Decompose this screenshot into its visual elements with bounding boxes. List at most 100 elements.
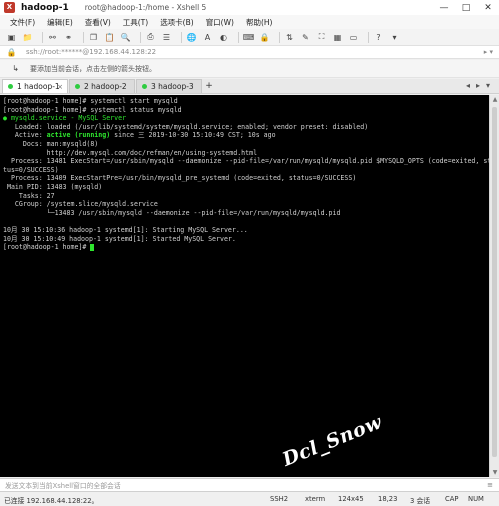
num-lock-status: NUM <box>468 495 484 503</box>
compose-bar[interactable]: 发送文本到当前Xshell窗口的全部会话 ≡ <box>0 478 499 491</box>
connected-status-icon <box>142 84 147 89</box>
toolbar-divider <box>279 31 280 43</box>
title-bar: X hadoop-1 root@hadoop-1:/home - Xshell … <box>0 0 499 15</box>
terminal-prompt-line: [root@hadoop-1 home]# <box>3 243 486 252</box>
maximize-button[interactable]: □ <box>455 0 477 15</box>
active-running-state: active (running) <box>46 131 111 140</box>
terminal-line: Tasks: 27 <box>3 191 55 200</box>
watermark-signature: Dcl_Snow <box>279 411 386 471</box>
tab-label: 2 hadoop-2 <box>84 82 127 91</box>
status-bar: 已连接 192.168.44.128:22。 SSH2 xterm 124x45… <box>0 491 499 506</box>
globe-icon[interactable]: 🌐 <box>186 32 197 43</box>
disconnect-icon[interactable]: ⚭ <box>63 32 74 43</box>
terminal-scrollbar[interactable]: ▲ ▼ <box>489 95 499 477</box>
compose-menu-icon[interactable]: ≡ <box>487 481 493 489</box>
menu-help[interactable]: 帮助(H) <box>246 17 273 28</box>
menu-tools[interactable]: 工具(T) <box>123 17 148 28</box>
add-tab-button[interactable]: + <box>203 79 215 93</box>
open-folder-icon[interactable]: 📁 <box>22 32 33 43</box>
dropdown-icon[interactable]: ▾ <box>389 32 400 43</box>
active-label: Active: <box>3 131 47 140</box>
lock-icon: 🔒 <box>6 47 17 57</box>
menu-edit[interactable]: 编辑(E) <box>47 17 73 28</box>
help-icon[interactable]: ? <box>373 32 384 43</box>
lock-icon[interactable]: 🔒 <box>259 32 270 43</box>
xshell-logo-icon: X <box>4 2 15 13</box>
scroll-down-icon[interactable]: ▼ <box>490 468 499 477</box>
script-icon[interactable]: ✎ <box>300 32 311 43</box>
keyboard-icon[interactable]: ⌨ <box>243 32 255 43</box>
address-dropdown-icon[interactable]: ▸ ▾ <box>484 48 493 56</box>
tab-prev-icon[interactable]: ◂ <box>463 81 473 90</box>
add-session-arrow-icon[interactable]: ↳ <box>10 63 21 74</box>
address-bar: 🔒 ssh://root:******@192.168.44.128:22 ▸ … <box>0 46 499 59</box>
connection-status: 已连接 192.168.44.128:22。 <box>4 497 99 505</box>
terminal-line: Main PID: 13483 (mysqld) <box>3 182 103 191</box>
paste-icon[interactable]: 📋 <box>104 32 115 43</box>
minimize-button[interactable]: — <box>433 0 455 15</box>
menu-view[interactable]: 查看(V) <box>85 17 111 28</box>
session-hint-bar: ↳ 要添加当前会话，点击左侧的箭头按钮。 <box>0 60 499 78</box>
window-title: hadoop-1 <box>21 2 69 13</box>
window-subtitle: root@hadoop-1:/home - Xshell 5 <box>84 3 207 12</box>
xftp-icon[interactable]: ⇅ <box>284 32 295 43</box>
terminal-type-status: xterm <box>305 495 326 503</box>
link-icon[interactable]: ⚯ <box>47 32 58 43</box>
chat-icon[interactable]: ▭ <box>348 32 359 43</box>
terminal-line: Loaded: loaded (/usr/lib/systemd/system/… <box>3 122 369 131</box>
menu-window[interactable]: 窗口(W) <box>206 17 234 28</box>
tab-label: 1 hadoop-1 <box>17 82 60 91</box>
terminal-line: CGroup: /system.slice/mysqld.service <box>3 200 158 209</box>
session-hint-text: 要添加当前会话，点击左侧的箭头按钮。 <box>30 64 156 73</box>
terminal-output[interactable]: [root@hadoop-1 home]# systemctl start my… <box>0 95 489 477</box>
font-icon[interactable]: A <box>202 32 213 43</box>
terminal-line: Process: 13409 ExecStartPre=/usr/bin/mys… <box>3 174 357 183</box>
terminal-line: [root@hadoop-1 home]# systemctl start my… <box>3 97 178 105</box>
close-button[interactable]: ✕ <box>477 0 499 15</box>
scroll-up-icon[interactable]: ▲ <box>490 95 499 104</box>
terminal-line: http://dev.mysql.com/doc/refman/en/using… <box>3 148 258 157</box>
terminal-line: └─13483 /usr/sbin/mysqld --daemonize --p… <box>3 208 341 217</box>
compose-input[interactable]: 发送文本到当前Xshell窗口的全部会话 <box>5 480 121 490</box>
fullscreen-icon[interactable]: ⛶ <box>316 32 327 43</box>
caps-lock-status: CAP <box>445 495 459 503</box>
terminal-line: ● mysqld.service - MySQL Server <box>3 114 127 123</box>
terminal-line-active: Active: active (running) since 三 2019-10… <box>3 131 486 140</box>
connected-status-icon <box>75 84 80 89</box>
terminal-line: Docs: man:mysqld(8) <box>3 139 99 148</box>
menu-file[interactable]: 文件(F) <box>10 17 35 28</box>
tab-hadoop-3[interactable]: 3 hadoop-3 <box>136 79 202 93</box>
session-count-status: 3 会话 <box>410 497 431 505</box>
menu-tabs[interactable]: 选项卡(B) <box>160 17 194 28</box>
terminal-prompt: [root@hadoop-1 home]# <box>3 243 91 252</box>
protocol-status: SSH2 <box>270 495 289 503</box>
copy-icon[interactable]: ❐ <box>88 32 99 43</box>
tab-bar: 1 hadoop-1 × 2 hadoop-2 3 hadoop-3 + ◂ ▸… <box>0 79 499 94</box>
tab-hadoop-2[interactable]: 2 hadoop-2 <box>69 79 135 93</box>
toolbar-divider <box>140 31 141 43</box>
toolbar-divider <box>83 31 84 43</box>
search-icon[interactable]: 🔍 <box>120 32 131 43</box>
tab-label: 3 hadoop-3 <box>151 82 194 91</box>
close-tab-icon[interactable]: × <box>57 83 63 91</box>
toolbar-divider <box>368 31 369 43</box>
terminal-line: Process: 13481 ExecStart=/usr/sbin/mysql… <box>3 157 489 166</box>
toolbar-divider <box>42 31 43 43</box>
tab-next-icon[interactable]: ▸ <box>473 81 483 90</box>
tile-icon[interactable]: ▦ <box>332 32 343 43</box>
scrollbar-thumb[interactable] <box>492 107 497 457</box>
properties-icon[interactable]: ☰ <box>161 32 172 43</box>
print-icon[interactable]: ⎙ <box>145 32 156 43</box>
toolbar: ▣ 📁 ⚯ ⚭ ❐ 📋 🔍 ⎙ ☰ 🌐 A ◐ ⌨ 🔒 ⇅ ✎ ⛶ ▦ ▭ ? … <box>0 29 499 46</box>
terminal-size-status: 124x45 <box>338 495 364 503</box>
toolbar-divider <box>181 31 182 43</box>
tab-list-icon[interactable]: ▾ <box>483 81 493 90</box>
color-icon[interactable]: ◐ <box>218 32 229 43</box>
terminal-line: 10月 30 15:10:36 hadoop-1 systemd[1]: Sta… <box>3 225 248 234</box>
session-address[interactable]: ssh://root:******@192.168.44.128:22 <box>26 48 156 56</box>
menu-bar: 文件(F) 编辑(E) 查看(V) 工具(T) 选项卡(B) 窗口(W) 帮助(… <box>0 15 499 29</box>
new-session-icon[interactable]: ▣ <box>6 32 17 43</box>
tab-hadoop-1[interactable]: 1 hadoop-1 × <box>2 79 68 93</box>
toolbar-divider <box>238 31 239 43</box>
